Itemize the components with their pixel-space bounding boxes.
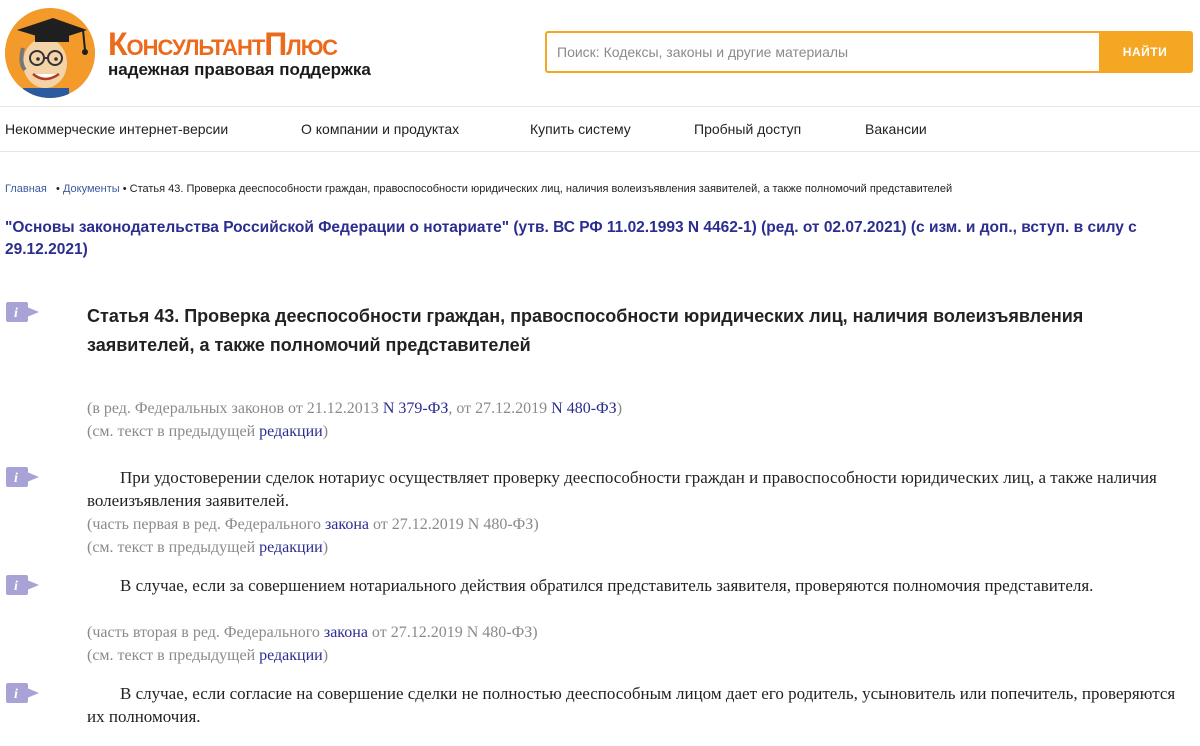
law-link-480[interactable]: N 480-ФЗ — [551, 400, 617, 417]
document-title[interactable]: "Основы законодательства Российской Феде… — [5, 217, 1190, 261]
brand[interactable]: КонсультантПлюс надежная правовая поддер… — [108, 28, 371, 80]
previous-edition-link[interactable]: редакции — [259, 423, 323, 440]
svg-text:i: i — [14, 687, 18, 702]
article-title: Статья 43. Проверка дееспособности гражд… — [87, 306, 1084, 355]
svg-text:i: i — [14, 579, 18, 594]
main-nav: Некоммерческие интернет-версии О компани… — [0, 106, 1200, 152]
site-header: КонсультантПлюс надежная правовая поддер… — [0, 0, 1200, 106]
paragraph-1-note: (часть первая в ред. Федерального закона… — [87, 516, 539, 533]
previous-edition-note: (см. текст в предыдущей редакции) — [87, 423, 329, 440]
brand-name: КонсультантПлюс — [108, 26, 338, 62]
law-link[interactable]: закона — [324, 624, 368, 641]
breadcrumb-current: Статья 43. Проверка дееспособности гражд… — [129, 183, 953, 195]
info-icon[interactable]: i — [5, 301, 41, 323]
previous-edition-link[interactable]: редакции — [259, 539, 323, 556]
previous-edition-link[interactable]: редакции — [259, 647, 323, 664]
nav-item-noncommercial[interactable]: Некоммерческие интернет-версии — [5, 121, 228, 137]
law-link[interactable]: закона — [325, 516, 369, 533]
svg-text:i: i — [14, 471, 18, 486]
breadcrumb: Главная • Документы • Статья 43. Проверк… — [5, 183, 952, 195]
amendment-note: (в ред. Федеральных законов от 21.12.201… — [87, 400, 623, 417]
info-icon[interactable]: i — [5, 574, 41, 596]
paragraph-2-note: (часть вторая в ред. Федерального закона… — [87, 624, 538, 641]
brand-tagline: надежная правовая поддержка — [108, 60, 371, 79]
breadcrumb-separator: • — [49, 183, 63, 195]
previous-edition-note: (см. текст в предыдущей редакции) — [87, 539, 329, 556]
svg-text:i: i — [14, 306, 18, 321]
nav-item-about[interactable]: О компании и продуктах — [301, 121, 459, 137]
article-paragraph-2: В случае, если за совершением нотариальн… — [120, 576, 1094, 595]
breadcrumb-home[interactable]: Главная — [5, 183, 47, 195]
search-button[interactable]: НАЙТИ — [1099, 33, 1191, 71]
logo-mascot-icon[interactable] — [5, 8, 95, 98]
search-bar: НАЙТИ — [545, 31, 1193, 73]
breadcrumb-documents[interactable]: Документы — [63, 183, 120, 195]
info-icon[interactable]: i — [5, 682, 41, 704]
nav-item-trial[interactable]: Пробный доступ — [694, 121, 801, 137]
search-input[interactable] — [547, 33, 1099, 71]
nav-item-vacancies[interactable]: Вакансии — [865, 121, 927, 137]
article-paragraph-3: В случае, если согласие на совершение сд… — [87, 684, 1176, 726]
nav-item-buy[interactable]: Купить систему — [530, 121, 631, 137]
previous-edition-note: (см. текст в предыдущей редакции) — [87, 647, 329, 664]
law-link-379[interactable]: N 379-ФЗ — [383, 400, 449, 417]
article-paragraph-1: При удостоверении сделок нотариус осущес… — [87, 468, 1157, 510]
breadcrumb-separator: • — [122, 183, 130, 195]
info-icon[interactable]: i — [5, 466, 41, 488]
